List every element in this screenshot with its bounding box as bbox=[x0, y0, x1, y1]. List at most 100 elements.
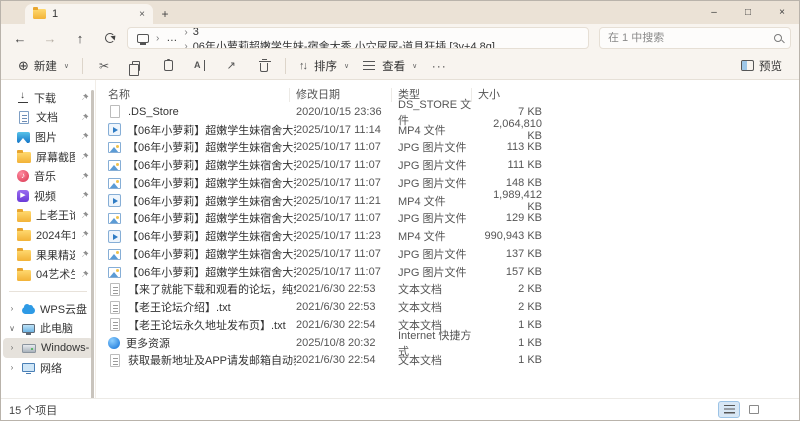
file-name[interactable]: 【06年小萝莉】超嫩学生妹宿舍大秀_小穴尿尿... bbox=[127, 193, 296, 209]
sidebar-tree-item[interactable]: › WPS云盘 bbox=[3, 299, 93, 319]
sidebar-item[interactable]: 下载 bbox=[3, 88, 93, 108]
sidebar-item[interactable]: 上老王论坛当 bbox=[3, 206, 93, 226]
column-header-size[interactable]: 大小 bbox=[478, 88, 536, 102]
sidebar-item-label: 视频 bbox=[34, 188, 75, 204]
table-row[interactable]: 获取最新地址及APP请发邮箱自动获取.txt 2021/6/30 22:54 文… bbox=[96, 352, 799, 370]
table-row[interactable]: 【06年小萝莉】超嫩学生妹宿舍大秀_小穴尿尿... 2025/10/17 11:… bbox=[96, 156, 799, 174]
file-name[interactable]: 【06年小萝莉】超嫩学生妹宿舍大秀_小穴尿尿... bbox=[127, 228, 296, 244]
file-name[interactable]: 【06年小萝莉】超嫩学生妹宿舍大秀_小穴尿尿... bbox=[127, 122, 296, 138]
thumbnail-view-toggle[interactable] bbox=[743, 401, 765, 418]
file-name[interactable]: 【06年小萝莉】超嫩学生妹宿舍大秀_小穴尿尿... bbox=[127, 157, 296, 173]
new-tab-button[interactable]: + bbox=[153, 4, 177, 24]
table-row[interactable]: 【来了就能下载和观看的论坛，纯免费！】.txt 2021/6/30 22:53 … bbox=[96, 281, 799, 299]
sidebar-item-label: 04艺术生~完 bbox=[36, 266, 75, 282]
file-name[interactable]: .DS_Store bbox=[128, 106, 179, 118]
breadcrumb-overflow[interactable]: … bbox=[163, 32, 180, 44]
file-type: MP4 文件 bbox=[398, 122, 478, 138]
file-date: 2025/10/17 11:07 bbox=[296, 266, 398, 278]
table-row[interactable]: 【06年小萝莉】超嫩学生妹宿舍大秀_小穴尿尿... 2025/10/17 11:… bbox=[96, 192, 799, 210]
expander-icon[interactable]: › bbox=[7, 363, 17, 372]
titlebar: 1 × + – □ × bbox=[1, 1, 799, 24]
close-button[interactable]: × bbox=[765, 1, 799, 24]
sidebar-item-label: 2024年12月 bbox=[36, 227, 75, 243]
table-row[interactable]: 【06年小萝莉】超嫩学生妹宿舍大秀_小穴尿尿... 2025/10/17 11:… bbox=[96, 139, 799, 157]
sidebar-item[interactable]: 文档 bbox=[3, 108, 93, 128]
tab-folder-1[interactable]: 1 × bbox=[25, 4, 153, 24]
file-name[interactable]: 【来了就能下载和观看的论坛，纯免费！】.txt bbox=[128, 281, 296, 297]
file-name[interactable]: 【06年小萝莉】超嫩学生妹宿舍大秀_小穴尿尿... bbox=[127, 264, 296, 280]
back-button[interactable]: ← bbox=[7, 27, 33, 49]
status-bar: 15 个项目 bbox=[1, 398, 799, 420]
table-row[interactable]: 【06年小萝莉】超嫩学生妹宿舍大秀_小穴尿尿... 2025/10/17 11:… bbox=[96, 227, 799, 245]
file-name[interactable]: 【老王论坛介绍】.txt bbox=[128, 299, 231, 315]
sort-button[interactable]: ↑↓ 排序 ∨ bbox=[292, 54, 356, 78]
sidebar-item[interactable]: 屏幕截图 bbox=[3, 147, 93, 167]
sidebar-item[interactable]: 音乐 bbox=[3, 166, 93, 186]
sidebar-item-icon bbox=[22, 324, 35, 333]
sidebar-scrollbar[interactable] bbox=[91, 90, 94, 413]
breadcrumb-item-label[interactable]: 3 bbox=[190, 27, 202, 38]
search-box[interactable] bbox=[599, 27, 791, 49]
copy-button[interactable] bbox=[121, 54, 151, 78]
sidebar-item[interactable]: 04艺术生~完 bbox=[3, 264, 93, 284]
sidebar-item[interactable]: 果果精选💗 bbox=[3, 245, 93, 265]
forward-button[interactable]: → bbox=[37, 27, 63, 49]
sidebar: 下载 文档 bbox=[1, 80, 96, 421]
file-type-icon bbox=[108, 160, 121, 171]
file-name[interactable]: 【06年小萝莉】超嫩学生妹宿舍大秀_小穴尿尿... bbox=[127, 210, 296, 226]
view-button[interactable]: 查看 ∨ bbox=[356, 54, 424, 78]
paste-button[interactable] bbox=[153, 54, 183, 78]
minimize-button[interactable]: – bbox=[697, 1, 731, 24]
file-type-icon bbox=[108, 249, 121, 260]
file-date: 2025/10/17 11:14 bbox=[296, 124, 398, 136]
column-header-date[interactable]: 修改日期 bbox=[296, 88, 392, 102]
pin-icon bbox=[80, 152, 89, 161]
new-button[interactable]: ⊕ 新建 ∨ bbox=[11, 54, 76, 78]
table-row[interactable]: 【06年小萝莉】超嫩学生妹宿舍大秀_小穴尿尿... 2025/10/17 11:… bbox=[96, 121, 799, 139]
cut-button[interactable]: ✂ bbox=[89, 54, 119, 78]
sidebar-item[interactable]: 2024年12月 bbox=[3, 225, 93, 245]
file-name[interactable]: 【06年小萝莉】超嫩学生妹宿舍大秀_小穴尿尿... bbox=[127, 175, 296, 191]
file-name[interactable]: 【06年小萝莉】超嫩学生妹宿舍大秀_小穴尿尿... bbox=[127, 139, 296, 155]
maximize-button[interactable]: □ bbox=[731, 1, 765, 24]
file-name[interactable]: 更多资源 bbox=[126, 335, 170, 351]
file-name[interactable]: 【老王论坛永久地址发布页】.txt bbox=[128, 317, 286, 333]
table-row[interactable]: 更多资源 2025/10/8 20:32 Internet 快捷方式 1 KB bbox=[96, 334, 799, 352]
preview-button[interactable]: 预览 bbox=[734, 54, 789, 78]
sidebar-item-icon bbox=[17, 170, 29, 182]
table-row[interactable]: 【老王论坛介绍】.txt 2021/6/30 22:53 文本文档 2 KB bbox=[96, 298, 799, 316]
expander-icon[interactable]: › bbox=[7, 304, 17, 313]
tab-close-icon[interactable]: × bbox=[139, 9, 145, 20]
more-button[interactable]: ··· bbox=[424, 54, 454, 78]
table-row[interactable]: 【06年小萝莉】超嫩学生妹宿舍大秀_小穴尿尿... 2025/10/17 11:… bbox=[96, 174, 799, 192]
pin-icon bbox=[80, 132, 89, 141]
sidebar-item[interactable]: 图片 bbox=[3, 127, 93, 147]
table-row[interactable]: 【06年小萝莉】超嫩学生妹宿舍大秀_小穴尿尿... 2025/10/17 11:… bbox=[96, 263, 799, 281]
sidebar-tree-item[interactable]: ∨ 此电脑 bbox=[3, 319, 93, 339]
file-name[interactable]: 【06年小萝莉】超嫩学生妹宿舍大秀_小穴尿尿... bbox=[127, 246, 296, 262]
search-input[interactable] bbox=[608, 32, 774, 44]
expander-icon[interactable]: ∨ bbox=[7, 324, 17, 333]
table-row[interactable]: 【06年小萝莉】超嫩学生妹宿舍大秀_小穴尿尿... 2025/10/17 11:… bbox=[96, 245, 799, 263]
details-view-toggle[interactable] bbox=[718, 401, 740, 418]
expander-icon[interactable]: › bbox=[7, 343, 17, 352]
breadcrumb[interactable]: › … › 星期日 › 3 › 06年小萝莉超嫩学生 bbox=[127, 27, 589, 49]
file-rows: .DS_Store 2020/10/15 23:36 DS_STORE 文件 7… bbox=[96, 103, 799, 369]
breadcrumb-item-label[interactable]: 06年小萝莉超嫩学生妹-宿舍大秀 小穴尿尿-道具狂插 [3v+4.8g] bbox=[190, 38, 498, 49]
breadcrumb-item[interactable]: › 06年小萝莉超嫩学生妹-宿舍大秀 小穴尿尿-道具狂插 [3v+4.8g] bbox=[182, 38, 498, 49]
up-button[interactable]: ↑ bbox=[67, 27, 93, 49]
file-name[interactable]: 获取最新地址及APP请发邮箱自动获取.txt bbox=[128, 352, 296, 368]
file-size: 2,064,810 KB bbox=[478, 118, 542, 142]
refresh-button[interactable] bbox=[97, 27, 123, 49]
sidebar-tree-item[interactable]: › 网络 bbox=[3, 358, 93, 378]
sidebar-item[interactable]: 视频 bbox=[3, 186, 93, 206]
breadcrumb-item[interactable]: › 3 bbox=[182, 27, 498, 38]
column-header-name[interactable]: 名称 bbox=[108, 88, 290, 102]
table-row[interactable]: .DS_Store 2020/10/15 23:36 DS_STORE 文件 7… bbox=[96, 103, 799, 121]
share-icon bbox=[227, 60, 238, 71]
rename-button[interactable] bbox=[185, 54, 215, 78]
delete-button[interactable] bbox=[249, 54, 279, 78]
sidebar-tree-item[interactable]: › Windows-SSD bbox=[3, 338, 93, 358]
share-button[interactable] bbox=[217, 54, 247, 78]
table-row[interactable]: 【06年小萝莉】超嫩学生妹宿舍大秀_小穴尿尿... 2025/10/17 11:… bbox=[96, 210, 799, 228]
